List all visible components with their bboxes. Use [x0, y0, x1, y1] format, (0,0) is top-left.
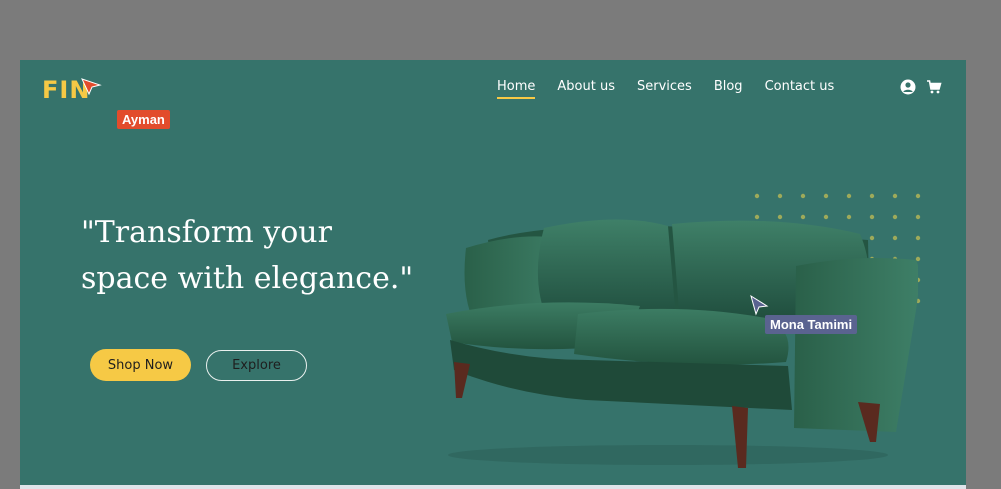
main-nav: Home About us Services Blog Contact us [497, 79, 834, 99]
decorative-dot [777, 193, 783, 199]
nav-services[interactable]: Services [637, 79, 692, 99]
collaborator-cursor-icon [80, 76, 102, 101]
decorative-dot [800, 193, 806, 199]
headline-line-1: "Transform your [81, 215, 332, 250]
decorative-dot [869, 193, 875, 199]
nav-home[interactable]: Home [497, 79, 536, 99]
decorative-dot [892, 193, 898, 199]
decorative-dot [754, 193, 760, 199]
nav-about[interactable]: About us [557, 79, 615, 99]
decorative-dot [846, 193, 852, 199]
user-icon[interactable] [900, 79, 916, 100]
nav-contact[interactable]: Contact us [765, 79, 835, 99]
headline-line-2: space with elegance." [81, 261, 414, 296]
sofa-image [418, 210, 919, 475]
logo[interactable]: FIN Ayman [42, 76, 170, 129]
decorative-dot [823, 193, 829, 199]
next-section-edge [20, 485, 966, 489]
hero-headline: "Transform your space with elegance." [81, 210, 441, 302]
shop-now-button[interactable]: Shop Now [90, 349, 191, 381]
decorative-dot [915, 193, 921, 199]
cart-icon[interactable] [926, 79, 942, 100]
landing-page: FIN Ayman Home About us Services Blog Co… [20, 60, 966, 489]
collaborator-cursor-label: Mona Tamimi [765, 315, 858, 334]
collaborator-name-tag: Ayman [117, 110, 170, 129]
explore-button[interactable]: Explore [206, 350, 307, 381]
header-icons [900, 79, 942, 100]
nav-blog[interactable]: Blog [714, 79, 743, 99]
